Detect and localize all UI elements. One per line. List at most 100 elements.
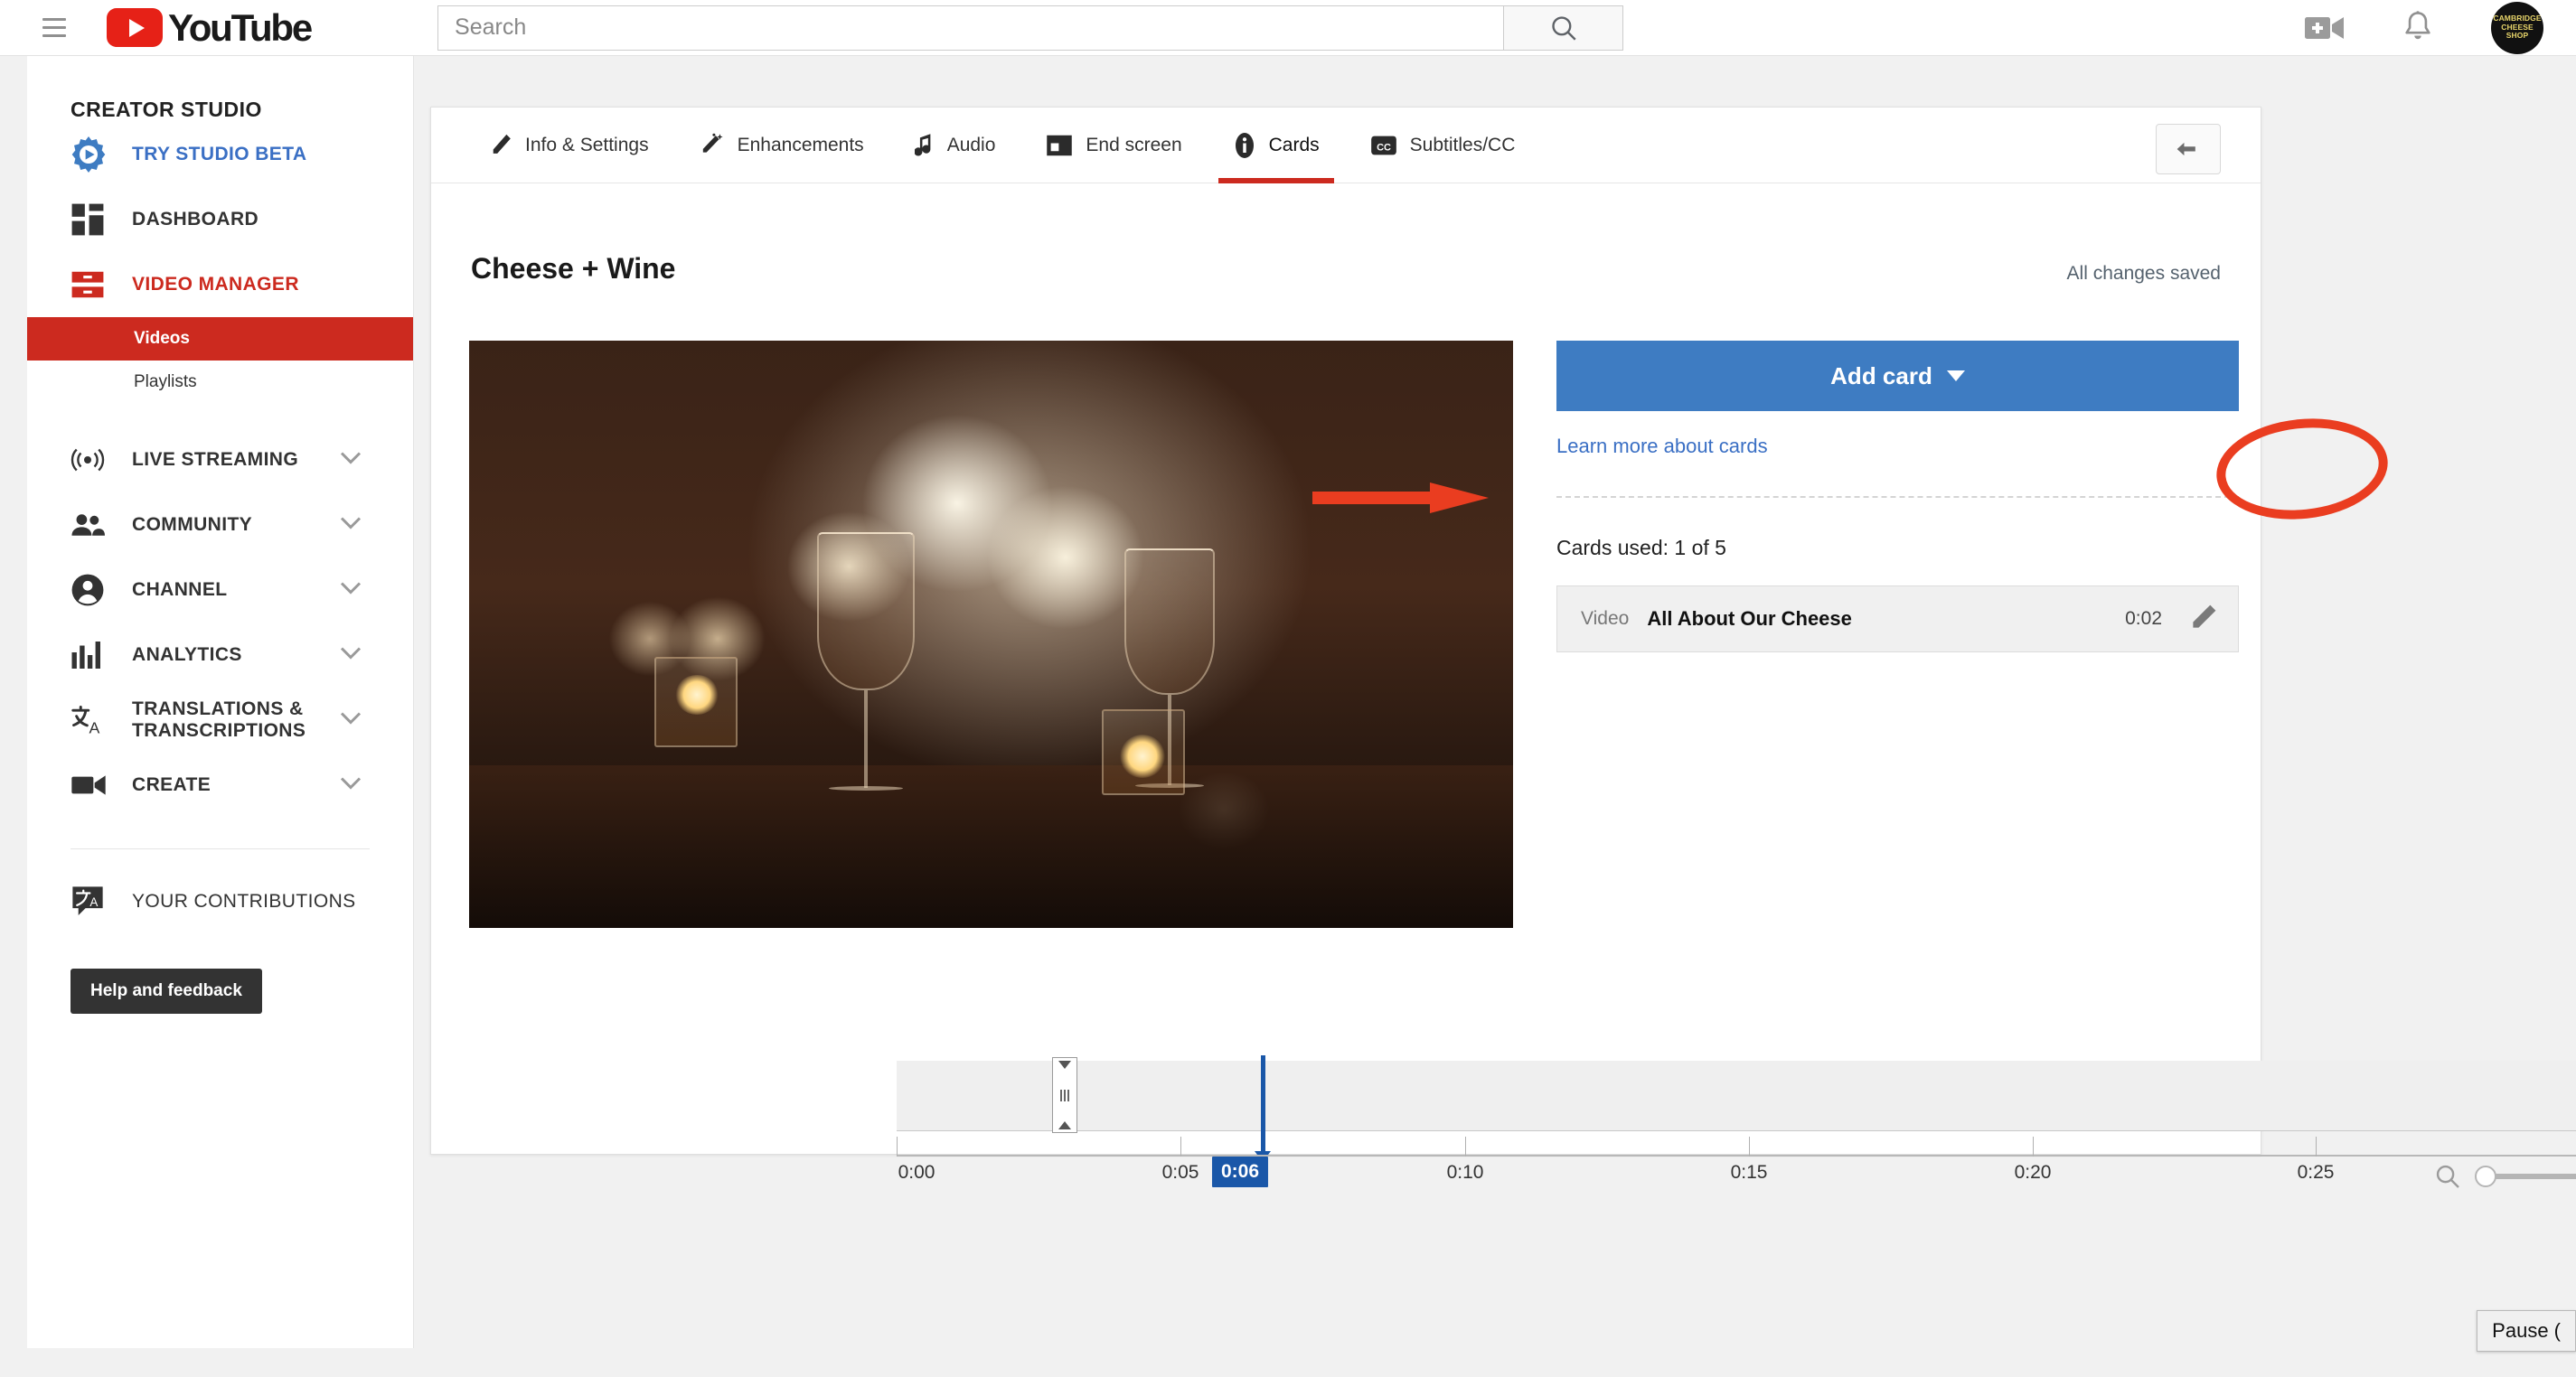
gear-play-icon [71,136,112,173]
card-list-item[interactable]: Video All About Our Cheese 0:02 [1556,585,2239,652]
masthead-right: CAMBRIDGE CHEESE SHOP [2305,1,2543,54]
red-arrow-annotation [1312,482,1489,513]
sidebar-item-video-manager[interactable]: VIDEO MANAGER [27,252,413,317]
back-arrow-icon [2176,142,2195,156]
timeline-track[interactable] [897,1055,2576,1162]
card-time-label: 0:02 [2125,608,2162,629]
avatar[interactable]: CAMBRIDGE CHEESE SHOP [2491,1,2543,54]
card-marker-handle[interactable] [1052,1057,1077,1133]
masthead: YouTube Search CAMBRIDGE CHEESE SHOP [0,0,2576,56]
marker-top-triangle-icon [1058,1061,1071,1069]
zoom-slider-handle[interactable] [2475,1166,2496,1187]
video-editor-panel: Info & Settings Enhancements Audio End s… [430,107,2576,1188]
search-placeholder: Search [455,14,527,40]
create-video-button[interactable] [2305,13,2345,43]
sidebar-item-try-studio-beta[interactable]: TRY STUDIO BETA [27,122,413,187]
chevron-down-icon[interactable] [339,451,362,470]
timeline-tick-label: 0:20 [2014,1162,2052,1183]
tab-audio[interactable]: Audio [889,108,1021,183]
wine-glass-bowl [817,532,915,690]
chevron-down-icon[interactable] [339,516,362,535]
info-circle-icon [1233,132,1256,159]
tab-enhancements[interactable]: Enhancements [674,108,889,183]
wine-glass-bowl [1124,548,1215,695]
bar-chart-icon [71,640,112,670]
sidebar-item-translations-transcriptions[interactable]: A TRANSLATIONS & TRANSCRIPTIONS [27,688,413,753]
hamburger-menu-icon[interactable] [36,10,72,46]
tab-cards[interactable]: Cards [1208,108,1345,183]
card-type-label: Video [1581,608,1630,629]
svg-text:CC: CC [1377,142,1391,153]
sidebar-item-analytics[interactable]: ANALYTICS [27,623,413,688]
learn-more-about-cards-link[interactable]: Learn more about cards [1556,435,2239,458]
tab-label: Enhancements [737,134,864,155]
translate-bubble-icon: A [71,885,112,919]
playhead-time-badge[interactable]: 0:06 [1211,1157,1269,1187]
broadcast-icon [71,446,112,473]
translate-icon: A [71,705,112,735]
movie-camera-icon [71,772,112,799]
sidebar-subitem-videos[interactable]: Videos [27,317,413,361]
marker-bottom-triangle-icon [1058,1121,1071,1129]
sidebar-item-label: COMMUNITY [132,513,253,535]
search-input[interactable]: Search [437,5,1505,51]
notifications-button[interactable] [2401,10,2435,46]
tab-label: Audio [946,134,996,155]
youtube-play-icon [107,8,163,47]
sidebar-title: CREATOR STUDIO [71,98,262,121]
sidebar-item-label: VIDEO MANAGER [132,273,299,295]
bell-icon [2405,10,2430,39]
end-screen-icon [1046,134,1073,157]
youtube-logo[interactable]: YouTube [107,5,313,50]
sidebar-item-create[interactable]: CREATE [27,753,413,818]
youtube-wordmark: YouTube [168,5,313,49]
sidebar-item-channel[interactable]: CHANNEL [27,557,413,623]
pencil-icon [489,133,512,158]
chevron-down-icon[interactable] [339,776,362,795]
sidebar-item-live-streaming[interactable]: LIVE STREAMING [27,427,413,492]
sidebar-item-label: TRANSLATIONS & TRANSCRIPTIONS [132,698,306,741]
editor-tabs: Info & Settings Enhancements Audio End s… [431,108,2261,183]
zoom-slider[interactable] [2475,1166,2576,1187]
music-note-icon [914,133,935,158]
magic-wand-icon [700,133,725,158]
chevron-down-icon[interactable] [339,646,362,665]
sidebar-item-community[interactable]: COMMUNITY [27,492,413,557]
back-button[interactable] [2156,124,2221,174]
search-area: Search [437,5,1624,51]
chevron-down-icon[interactable] [339,581,362,600]
tab-label: Subtitles/CC [1409,134,1516,155]
chevron-down-icon[interactable] [339,711,362,730]
tab-label: End screen [1086,134,1182,155]
tab-label: Cards [1268,134,1320,155]
tab-subtitles-cc[interactable]: CC Subtitles/CC [1345,108,1541,183]
dashboard-grid-icon [71,202,112,237]
wine-glass-foot [829,786,903,791]
timeline-zoom-control [2433,1162,2576,1191]
sidebar-item-label: TRY STUDIO BETA [132,143,307,164]
magnifier-icon[interactable] [2433,1162,2462,1191]
search-button[interactable] [1504,5,1624,51]
sidebar-item-dashboard[interactable]: DASHBOARD [27,187,413,252]
candle-flame [675,675,719,715]
timeline-tick-label: 0:05 [1161,1162,1199,1183]
add-card-button[interactable]: Add card [1556,341,2239,411]
help-and-feedback-button[interactable]: Help and feedback [71,969,262,1014]
pencil-edit-icon[interactable] [2189,603,2218,636]
video-preview[interactable]: Suggested: All About Our Cheese i [469,341,1513,928]
sidebar-item-label: CHANNEL [132,578,228,600]
sidebar-item-label: CREATE [132,773,212,795]
sidebar-divider [71,848,370,849]
cards-used-count: Cards used: 1 of 5 [1556,536,1726,559]
sidebar-subitem-label: Playlists [134,372,197,391]
panel-divider [1556,496,2239,498]
tab-end-screen[interactable]: End screen [1020,108,1207,183]
add-card-label: Add card [1830,361,1932,389]
sidebar-item-your-contributions[interactable]: A YOUR CONTRIBUTIONS [27,869,413,934]
sidebar-subitem-playlists[interactable]: Playlists [27,361,413,404]
tab-info-settings[interactable]: Info & Settings [464,108,674,183]
cards-panel: Add card Learn more about cards Cards us… [1556,341,2239,652]
timeline-tick-label: 0:25 [2297,1162,2335,1183]
sidebar-item-label: ANALYTICS [132,643,242,665]
svg-text:A: A [89,719,100,735]
